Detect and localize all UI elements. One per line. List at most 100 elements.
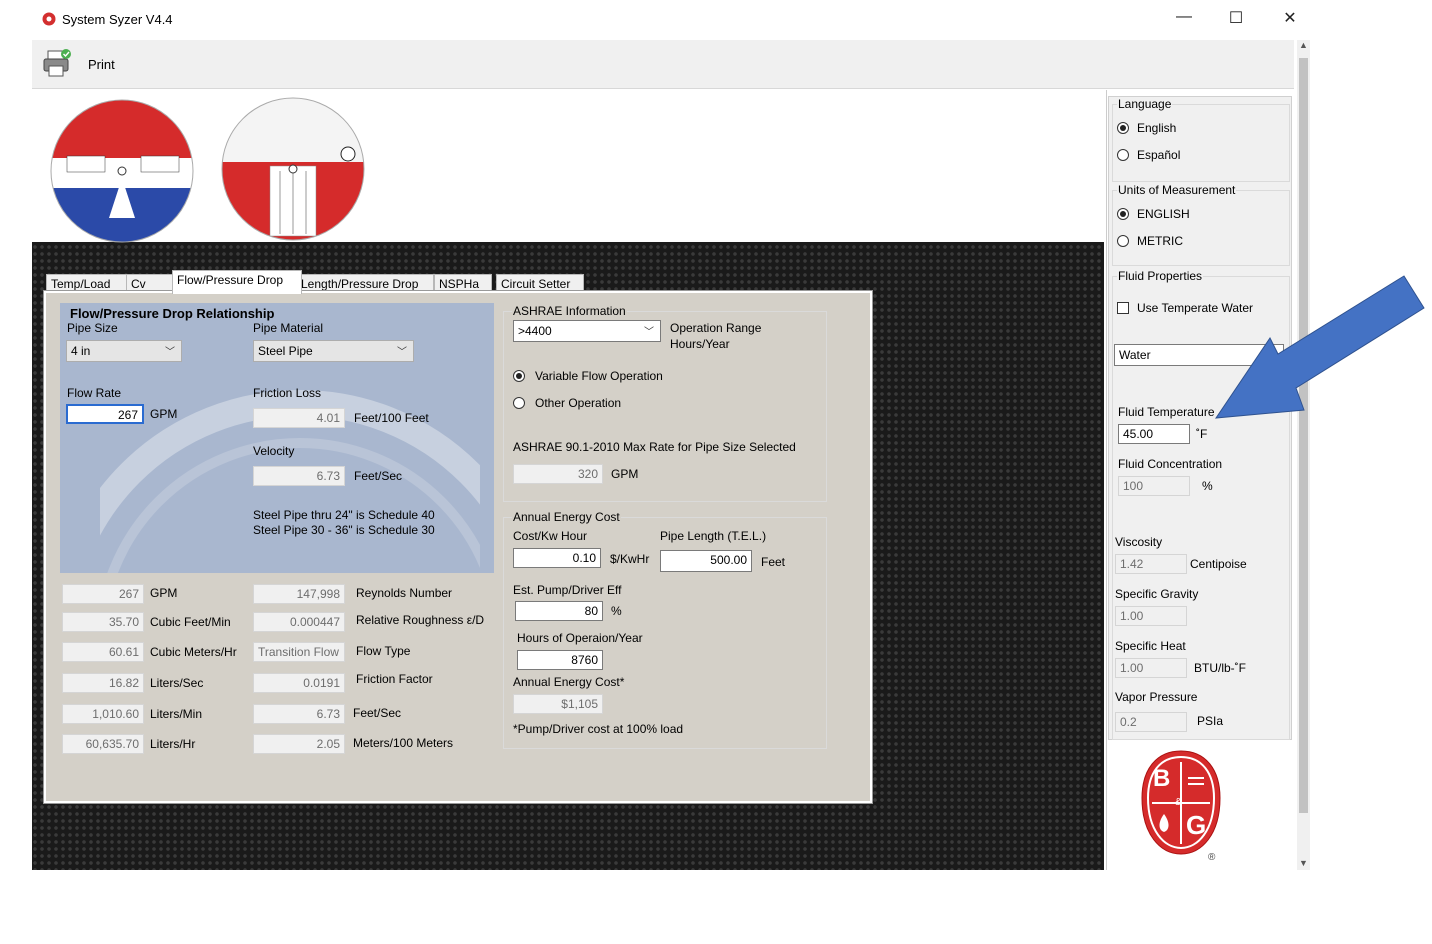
schedule-note-1: Steel Pipe thru 24" is Schedule 40 [253,508,435,522]
operation-range-select[interactable]: >4400 ﹀ [513,320,661,342]
scrollbar-thumb[interactable] [1299,58,1308,813]
friction-factor-label: Friction Factor [356,672,433,686]
energy-footnote: *Pump/Driver cost at 100% load [513,722,684,736]
flow-type-label: Flow Type [356,644,411,658]
chevron-down-icon: ﹀ [165,347,175,358]
pipe-size-select[interactable]: 4 in ﹀ [66,340,182,362]
conv-lps-unit: Liters/Sec [150,676,204,690]
viscosity-unit: Centipoise [1190,557,1247,571]
conv-lph-unit: Liters/Hr [150,737,196,751]
conv-cfm-field: 35.70 [62,612,144,632]
cost-kwh-unit: $/KwHr [610,552,650,566]
conv-lpm-field: 1,010.60 [62,704,144,724]
max-rate-unit: GPM [611,467,639,481]
energy-title: Annual Energy Cost [512,510,621,524]
friction-loss-unit: Feet/100 Feet [354,411,429,425]
pipe-material-value: Steel Pipe [258,344,313,358]
scroll-up-icon[interactable]: ▲ [1299,40,1308,50]
velocity-field: 6.73 [253,466,345,486]
specific-heat-unit: BTU/lb-˚F [1194,661,1246,675]
cost-kwh-input[interactable]: 0.10 [513,548,601,568]
vapor-pressure-unit: PSIa [1197,714,1224,728]
variable-flow-radio[interactable] [513,370,525,382]
chevron-down-icon: ﹀ [397,347,407,358]
vapor-pressure-field: 0.2 [1115,712,1187,732]
max-rate-label: ASHRAE 90.1-2010 Max Rate for Pipe Size … [513,440,796,454]
cost-kwh-label: Cost/Kw Hour [513,529,588,543]
title-bar: System Syzer V4.4 — ☐ ✕ [0,0,1432,40]
units-group [1112,190,1290,266]
pump-calculator-wheel-icon [221,97,365,241]
pipe-size-value: 4 in [71,344,91,358]
close-button[interactable]: ✕ [1270,8,1310,28]
ashrae-title: ASHRAE Information [512,304,627,318]
scroll-down-icon[interactable]: ▼ [1299,858,1308,868]
registered-mark: ® [1208,852,1216,863]
pipe-length-input[interactable]: 500.00 [660,550,752,572]
minimize-button[interactable]: — [1164,8,1204,26]
printer-icon [43,49,71,77]
variable-flow-label: Variable Flow Operation [535,369,663,383]
reynolds-field: 147,998 [253,584,345,604]
espanol-radio[interactable] [1117,149,1129,161]
velocity-fps-field: 6.73 [253,704,345,724]
pump-eff-input[interactable]: 80 [515,601,603,621]
header-image-band [32,90,1104,243]
conv-lph-field: 60,635.70 [62,734,144,754]
logo-letter-b: B [1153,765,1171,792]
velocity-unit: Feet/Sec [354,469,403,483]
hours-label: Hours of Operaion/Year [517,631,643,645]
units-metric-radio[interactable] [1117,235,1129,247]
temperate-water-checkbox[interactable] [1117,302,1129,314]
pipe-length-unit: Feet [761,555,786,569]
maximize-button[interactable]: ☐ [1216,8,1256,28]
fluid-conc-unit: % [1202,479,1213,493]
units-metric-label: METRIC [1137,234,1183,248]
logo-ampersand: & [1175,797,1182,808]
pipe-material-select[interactable]: Steel Pipe ﹀ [253,340,414,362]
velocity-fps-unit: Feet/Sec [353,706,402,720]
bg-logo: B G & ® [1136,748,1226,868]
flow-rate-input[interactable]: 267 [66,404,144,424]
viscosity-label: Viscosity [1115,535,1163,549]
specific-heat-field: 1.00 [1115,658,1187,678]
annual-cost-field: $1,105 [513,694,603,714]
toolbar: Print [32,40,1294,89]
reynolds-label: Reynolds Number [356,586,453,600]
fluid-conc-field: 100 [1118,476,1190,496]
other-operation-label: Other Operation [535,396,622,410]
print-button[interactable]: Print [40,46,130,82]
window-title: System Syzer V4.4 [62,12,173,27]
other-operation-radio[interactable] [513,397,525,409]
fluid-value: Water [1119,348,1151,362]
pipe-length-label: Pipe Length (T.E.L.) [660,529,767,543]
flow-rate-unit: GPM [150,407,178,421]
friction-loss-label: Friction Loss [253,386,322,400]
tab-flow-pressure-drop[interactable]: Flow/Pressure Drop [172,270,302,294]
roughness-field: 0.000447 [253,612,345,632]
viscosity-field: 1.42 [1115,554,1187,574]
conv-gpm-field: 267 [62,584,144,604]
conv-lpm-unit: Liters/Min [150,707,203,721]
pipe-size-label: Pipe Size [67,321,118,335]
vertical-scrollbar[interactable]: ▲ ▼ [1297,40,1310,870]
conv-lps-field: 16.82 [62,673,144,693]
english-radio[interactable] [1117,122,1129,134]
friction-loss-field: 4.01 [253,408,345,428]
units-english-label: ENGLISH [1137,207,1190,221]
units-title: Units of Measurement [1117,183,1237,197]
pump-eff-unit: % [611,604,622,618]
print-label: Print [88,57,115,72]
flow-heading: Flow/Pressure Drop Relationship [70,306,275,321]
pump-eff-label: Est. Pump/Driver Eff [513,583,622,597]
fluid-temp-input[interactable]: 45.00 [1118,424,1190,444]
hours-input[interactable]: 8760 [517,650,603,670]
app-icon [42,12,56,26]
flow-rate-label: Flow Rate [67,386,122,400]
conv-gpm-unit: GPM [150,586,178,600]
roughness-label: Relative Roughness ε/D [356,613,485,627]
units-english-radio[interactable] [1117,208,1129,220]
schedule-note-2: Steel Pipe 30 - 36" is Schedule 30 [253,523,435,537]
hours-year-label: Hours/Year [670,337,730,351]
vapor-pressure-label: Vapor Pressure [1115,690,1198,704]
